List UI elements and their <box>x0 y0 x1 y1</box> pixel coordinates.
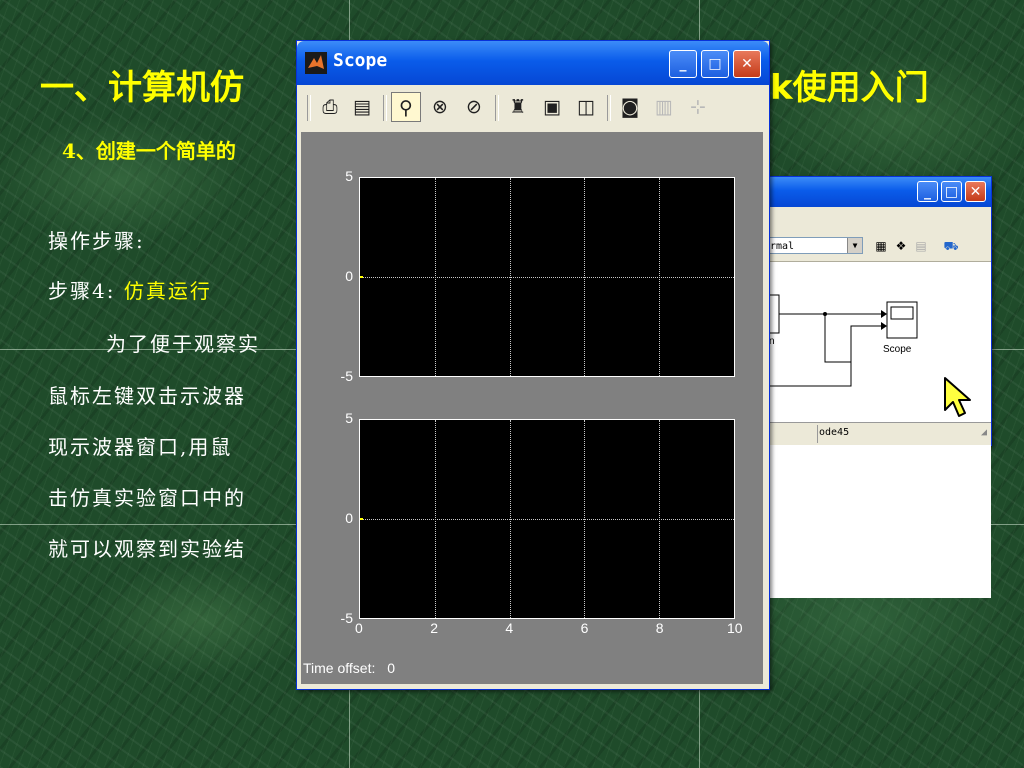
minimize-icon: _ <box>679 56 687 72</box>
y-tick-label: 0 <box>345 268 353 284</box>
x-tick-label: 10 <box>727 620 743 636</box>
minimize-icon: _ <box>924 184 931 200</box>
print-icon[interactable]: ⎙ <box>315 92 345 122</box>
library-browser-icon[interactable]: ▦ <box>873 238 889 254</box>
autoscale-icon[interactable]: ♜ <box>503 92 533 122</box>
x-tick-label: 8 <box>655 620 664 636</box>
zoom-x-icon[interactable]: ⊗ <box>425 92 455 122</box>
resize-grip-icon[interactable]: ◢ <box>981 427 987 438</box>
minimize-button[interactable]: _ <box>669 50 697 78</box>
simulink-statusbar: ode45 ◢ <box>761 422 991 445</box>
model-explorer-icon[interactable]: ❖ <box>893 238 909 254</box>
close-button[interactable]: ✕ <box>965 181 986 202</box>
signal-line[interactable] <box>824 314 881 363</box>
x-tick-label: 4 <box>505 620 514 636</box>
build-icon[interactable]: ⛟ <box>943 238 959 254</box>
step4-line: 步骤4: 仿真运行 <box>48 275 212 304</box>
scope-axes-bottom[interactable] <box>359 419 735 619</box>
slide-subtitle: 4、创建一个简单的 <box>62 139 236 163</box>
save-axes-icon[interactable]: ▣ <box>537 92 567 122</box>
close-button[interactable]: ✕ <box>733 50 761 78</box>
step4-prefix: 步骤4: <box>48 279 116 303</box>
maximize-button[interactable]: □ <box>941 181 962 202</box>
steps-label: 操作步骤: <box>48 229 145 253</box>
arrowhead <box>881 310 887 318</box>
zoom-icon[interactable]: ⚲ <box>391 92 421 122</box>
toolbar-separator <box>495 95 499 121</box>
paragraph-line: 击仿真实验窗口中的 <box>48 486 246 510</box>
simulink-titlebar[interactable]: _ □ ✕ <box>761 177 991 207</box>
y-tick-label: -5 <box>340 610 353 626</box>
close-icon: ✕ <box>741 56 753 72</box>
y-tick-label: 0 <box>345 510 353 526</box>
y-tick-label: 5 <box>345 410 353 426</box>
y-tick-label: -5 <box>340 368 353 384</box>
scope-toolbar: ⎙ ▤ ⚲ ⊗ ⊘ ♜ ▣ ◫ ◙ ▥ ⊹ <box>301 85 765 131</box>
time-offset-value: 0 <box>387 660 396 676</box>
parameters-icon[interactable]: ▤ <box>347 92 377 122</box>
paragraph-line: 鼠标左键双击示波器 <box>48 384 246 408</box>
simulation-mode-value: rmal <box>770 241 795 252</box>
scope-block-screen <box>890 306 914 320</box>
scope-block-label: Scope <box>883 344 912 355</box>
slide-title-right: k使用入门 <box>770 68 929 108</box>
y-tick-label: 5 <box>345 168 353 184</box>
chevron-down-icon[interactable]: ▼ <box>847 238 862 253</box>
status-divider <box>817 425 818 443</box>
toolbar-separator <box>383 95 387 121</box>
minimize-button[interactable]: _ <box>917 181 938 202</box>
paragraph-line: 现示波器窗口,用鼠 <box>48 435 233 459</box>
lock-axes-icon[interactable]: ▥ <box>649 92 679 122</box>
scope-titlebar[interactable]: Scope _ □ ✕ <box>297 41 769 85</box>
floating-scope-icon[interactable]: ◙ <box>615 92 645 122</box>
scope-axes-top[interactable] <box>359 177 735 377</box>
arrowhead <box>881 322 887 330</box>
zero-value-marker <box>360 276 363 278</box>
restore-axes-icon[interactable]: ◫ <box>571 92 601 122</box>
step4-action: 仿真运行 <box>123 279 212 303</box>
time-offset-label: Time offset: <box>303 660 376 676</box>
toolbar-separator <box>607 95 611 121</box>
zoom-y-icon[interactable]: ⊘ <box>459 92 489 122</box>
maximize-button[interactable]: □ <box>701 50 729 78</box>
scope-window: Scope _ □ ✕ ⎙ ▤ ⚲ ⊗ ⊘ ♜ ▣ ◫ ◙ ▥ ⊹ 5 0 -5 5 0… <box>296 40 770 690</box>
maximize-icon: □ <box>708 56 722 72</box>
simulink-menubar <box>761 207 991 229</box>
time-offset-readout: Time offset: 0 <box>303 660 395 676</box>
simulink-toolbar: rmal ▼ ▦ ❖ ▤ ⛟ <box>761 229 991 262</box>
scope-figure: 5 0 -5 5 0 -5 0 2 4 6 8 10 Time offset: 0 <box>301 132 763 684</box>
slide-title-left: 一、计算机仿 <box>40 68 244 108</box>
status-solver: ode45 <box>819 427 850 438</box>
simulation-mode-select[interactable]: rmal ▼ <box>767 237 863 254</box>
matlab-logo-icon <box>305 52 327 74</box>
paragraph-line: 就可以观察到实验结 <box>48 537 246 561</box>
maximize-icon: □ <box>944 184 959 200</box>
simulink-model-window: _ □ ✕ rmal ▼ ▦ ❖ ▤ ⛟ Scope n ode45 ◢ <box>760 176 992 598</box>
mouse-pointer-icon <box>944 377 971 417</box>
x-tick-label: 2 <box>430 620 438 636</box>
close-icon: ✕ <box>969 184 982 200</box>
debug-icon[interactable]: ▤ <box>913 238 929 254</box>
grid-line-horizontal <box>360 277 734 278</box>
slide-background: 一、计算机仿 k使用入门 4、创建一个简单的 操作步骤: 步骤4: 仿真运行 为… <box>0 0 1024 768</box>
x-tick-label: 6 <box>580 620 589 636</box>
signal-selector-icon[interactable]: ⊹ <box>683 92 713 122</box>
zero-value-marker <box>360 518 363 520</box>
scope-window-title: Scope <box>333 50 388 71</box>
grid-line-horizontal <box>360 519 734 520</box>
toolbar-separator <box>307 95 311 121</box>
x-tick-label: 0 <box>355 620 363 636</box>
paragraph-line: 为了便于观察实 <box>106 332 260 356</box>
signal-line[interactable] <box>765 362 852 387</box>
